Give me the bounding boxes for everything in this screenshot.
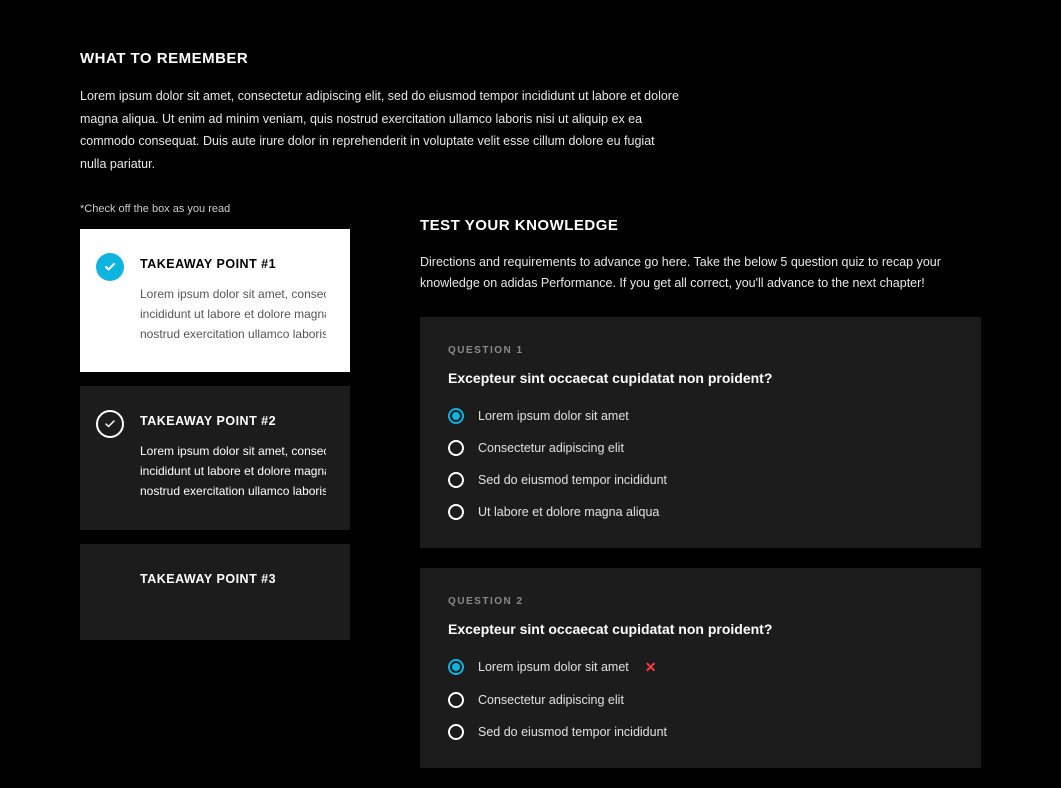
takeaways-column: *Check off the box as you read TAKEAWAY …: [80, 203, 350, 788]
radio-icon[interactable]: [448, 504, 464, 520]
takeaway-body: Lorem ipsum dolor sit amet, consectetur …: [140, 442, 326, 501]
answer-text: Lorem ipsum dolor sit amet: [478, 660, 629, 674]
takeaway-card[interactable]: TAKEAWAY POINT #2 Lorem ipsum dolor sit …: [80, 386, 350, 529]
radio-icon[interactable]: [448, 440, 464, 456]
answer-text: Consectetur adipiscing elit: [478, 441, 624, 455]
question-label: QUESTION 2: [448, 596, 953, 607]
answer-text: Lorem ipsum dolor sit amet: [478, 409, 629, 423]
checkmark-icon[interactable]: [96, 410, 124, 438]
takeaway-title: TAKEAWAY POINT #1: [140, 257, 326, 271]
radio-icon[interactable]: [448, 408, 464, 424]
section-title-quiz: TEST YOUR KNOWLEDGE: [420, 217, 981, 234]
takeaway-body: Lorem ipsum dolor sit amet, consectetur …: [140, 285, 326, 344]
answer-option[interactable]: Sed do eiusmod tempor incididunt: [448, 724, 953, 740]
question-card: QUESTION 2 Excepteur sint occaecat cupid…: [420, 568, 981, 768]
answer-option[interactable]: Sed do eiusmod tempor incididunt: [448, 472, 953, 488]
takeaway-card[interactable]: TAKEAWAY POINT #1 Lorem ipsum dolor sit …: [80, 229, 350, 372]
answer-option[interactable]: Ut labore et dolore magna aliqua: [448, 504, 953, 520]
answer-text: Sed do eiusmod tempor incididunt: [478, 725, 667, 739]
section-title-remember: WHAT TO REMEMBER: [80, 50, 981, 67]
question-text: Excepteur sint occaecat cupidatat non pr…: [448, 370, 953, 386]
takeaway-title: TAKEAWAY POINT #2: [140, 414, 326, 428]
answer-option[interactable]: Lorem ipsum dolor sit amet: [448, 408, 953, 424]
takeaway-title: TAKEAWAY POINT #3: [140, 572, 326, 586]
answer-text: Sed do eiusmod tempor incididunt: [478, 473, 667, 487]
answer-option[interactable]: Consectetur adipiscing elit: [448, 440, 953, 456]
quiz-intro: Directions and requirements to advance g…: [420, 252, 981, 295]
radio-icon[interactable]: [448, 724, 464, 740]
takeaway-card[interactable]: TAKEAWAY POINT #3: [80, 544, 350, 640]
wrong-icon: ✕: [645, 659, 657, 676]
question-text: Excepteur sint occaecat cupidatat non pr…: [448, 621, 953, 637]
radio-icon[interactable]: [448, 659, 464, 675]
answer-text: Consectetur adipiscing elit: [478, 693, 624, 707]
quiz-column: TEST YOUR KNOWLEDGE Directions and requi…: [420, 203, 981, 788]
answer-text: Ut labore et dolore magna aliqua: [478, 505, 659, 519]
question-card: QUESTION 1 Excepteur sint occaecat cupid…: [420, 317, 981, 548]
question-label: QUESTION 1: [448, 345, 953, 356]
intro-paragraph: Lorem ipsum dolor sit amet, consectetur …: [80, 85, 680, 175]
answer-option[interactable]: Lorem ipsum dolor sit amet ✕: [448, 659, 953, 676]
checkoff-hint: *Check off the box as you read: [80, 203, 350, 215]
radio-icon[interactable]: [448, 472, 464, 488]
checkmark-icon[interactable]: [96, 253, 124, 281]
